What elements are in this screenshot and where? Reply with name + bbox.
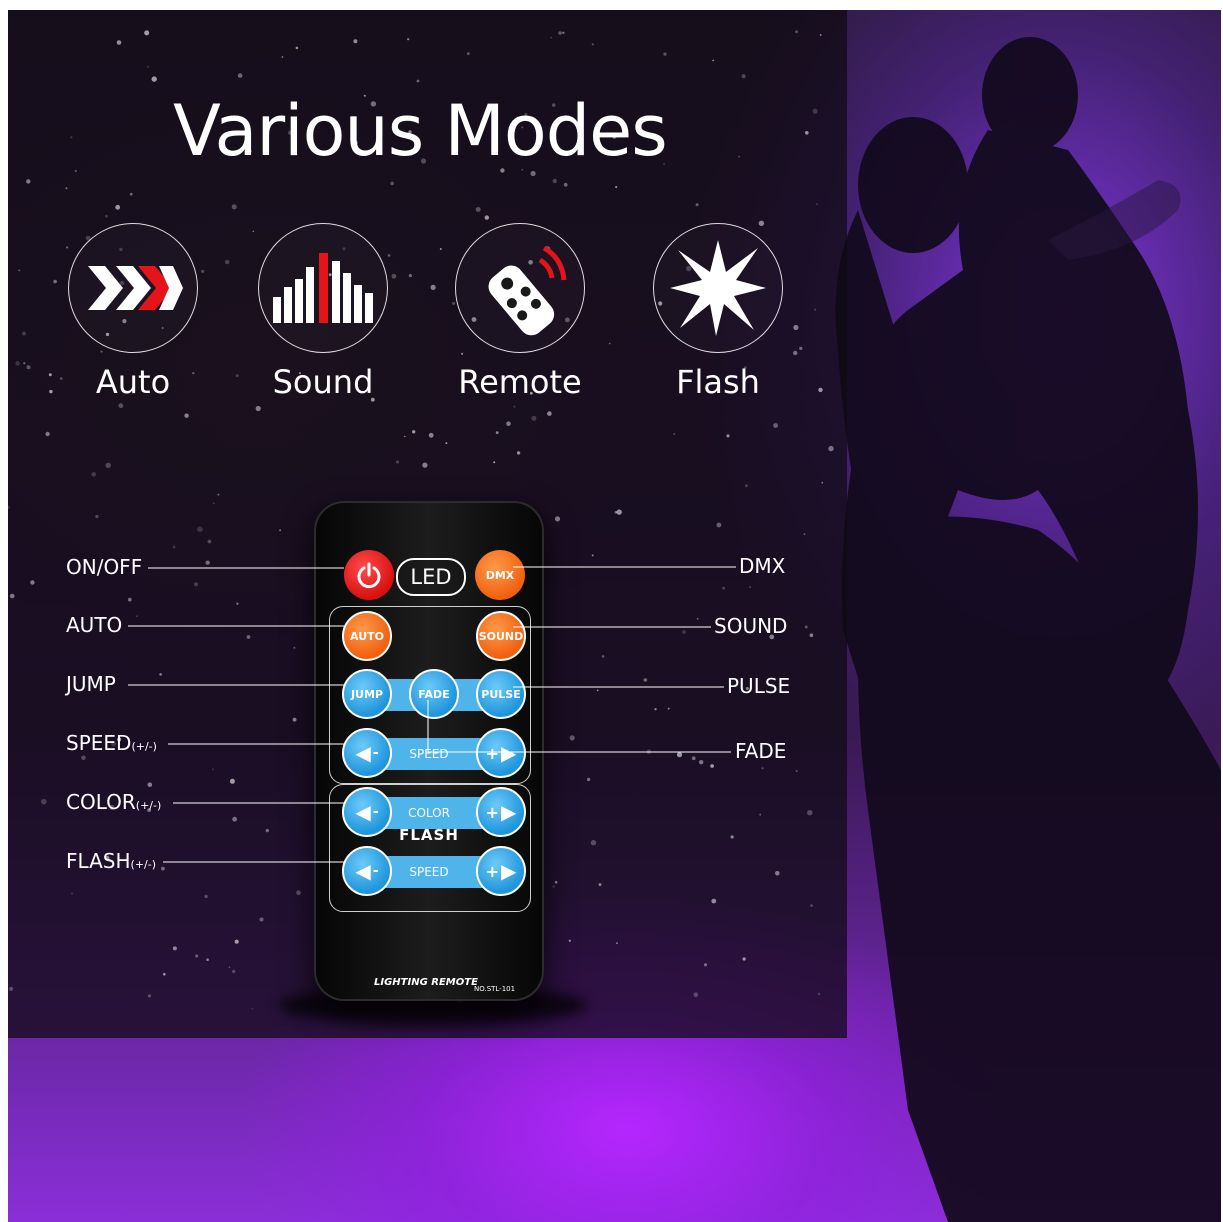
callout-pulse: PULSE [727,674,791,698]
callout-color-sub: (+/-) [135,799,162,812]
callout-flash-sub: (+/-) [130,858,157,871]
callout-speed-sub: (+/-) [131,740,157,753]
callout-flash-text: FLASH [66,849,131,873]
product-image: Various Modes Auto Sound Remote Flash LE… [8,10,1221,1222]
callout-sound: SOUND [714,614,788,638]
callout-onoff: ON/OFF [66,555,143,579]
callout-lines [128,566,736,863]
callout-auto: AUTO [66,613,123,637]
callout-speed: SPEED(+/-) [66,731,157,755]
callout-speed-text: SPEED [66,731,132,755]
callout-jump: JUMP [66,672,116,696]
callout-flash: FLASH(+/-) [66,849,156,873]
callout-fade: FADE [735,739,787,763]
callout-color: COLOR(+/-) [66,790,161,814]
callout-color-text: COLOR [66,790,136,814]
callout-dmx: DMX [739,554,786,578]
